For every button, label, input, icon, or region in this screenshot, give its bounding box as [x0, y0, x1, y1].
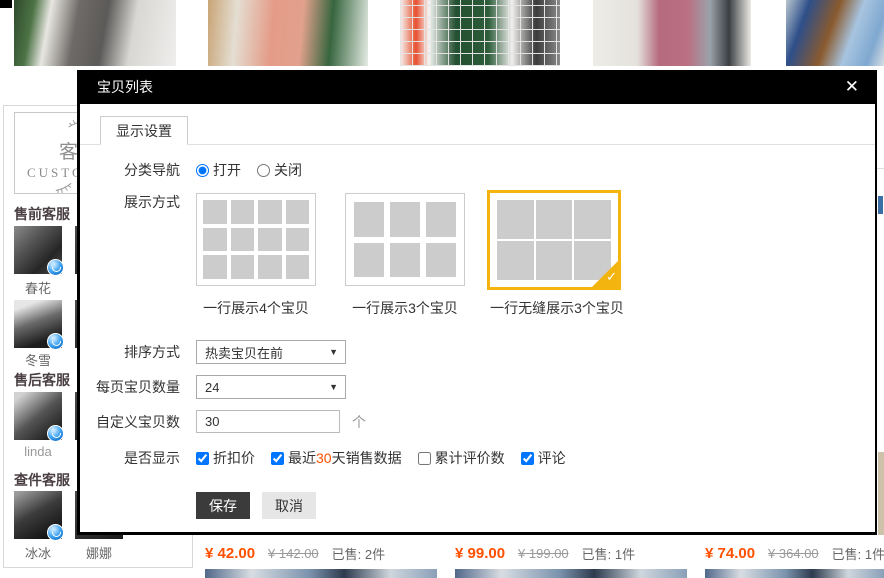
wangwang-badge-icon[interactable] — [47, 524, 64, 541]
sort-select-value: 热卖宝贝在前 — [205, 343, 283, 362]
page-top-notch — [0, 0, 12, 8]
checkbox-label: 最近30天销售数据 — [288, 448, 402, 468]
selected-corner: ✓ — [592, 261, 618, 287]
grid-preview — [354, 202, 456, 277]
product-image[interactable] — [593, 0, 751, 66]
radio-close-label: 关闭 — [274, 160, 302, 180]
per-page-label: 每页宝贝数量 — [80, 377, 180, 397]
cancel-button[interactable]: 取消 — [262, 492, 316, 519]
service-agent-name: 娜娜 — [75, 543, 123, 562]
product-list-settings-dialog: 宝贝列表 ✕ 显示设置 分类导航 打开 关闭 展示方式 — [77, 70, 877, 535]
dialog-title: 宝贝列表 — [97, 77, 153, 97]
product-image[interactable] — [208, 0, 368, 66]
avatar[interactable] — [14, 226, 62, 274]
page-image-fragment — [878, 452, 884, 535]
checkbox-discount-price-input[interactable] — [196, 452, 209, 465]
category-nav-row: 分类导航 打开 关闭 — [80, 160, 318, 180]
save-button[interactable]: 保存 — [196, 492, 250, 519]
product-image[interactable] — [205, 569, 437, 578]
checkbox-30day-sales[interactable]: 最近30天销售数据 — [271, 448, 402, 468]
sort-row: 排序方式 热卖宝贝在前 ▼ — [80, 340, 346, 364]
sold-count: 已售: 1件 — [582, 544, 635, 563]
checkbox-30day-sales-input[interactable] — [271, 452, 284, 465]
price-original: ¥ 199.00 — [518, 546, 569, 561]
logo-cjk-text: 客 — [59, 137, 78, 164]
checkbox-comments-input[interactable] — [521, 452, 534, 465]
caret-down-icon: ▼ — [329, 347, 338, 357]
checkbox-total-reviews-input[interactable] — [418, 452, 431, 465]
category-nav-label: 分类导航 — [80, 160, 180, 180]
service-agent-name: 春花 — [14, 278, 62, 297]
service-agent-name: 冰冰 — [14, 543, 62, 562]
grid-preview — [203, 200, 309, 279]
radio-open-label: 打开 — [213, 160, 241, 180]
checkbox-label: 折扣价 — [213, 448, 255, 468]
wangwang-badge-icon[interactable] — [47, 333, 64, 350]
avatar[interactable] — [14, 392, 62, 440]
product-image[interactable] — [455, 569, 687, 578]
price-current: ¥ 74.00 — [705, 545, 755, 562]
product-price-row: ¥ 74.00 ¥ 364.00 已售: 1件 — [705, 543, 884, 563]
display-option-4-per-row[interactable] — [196, 193, 316, 286]
custom-count-row: 自定义宝贝数 个 — [80, 410, 366, 433]
service-agent-name: 冬雪 — [14, 350, 62, 369]
product-image[interactable] — [14, 0, 176, 66]
show-options-label: 是否显示 — [80, 448, 180, 468]
dialog-buttons-row: 保存 取消 — [80, 492, 316, 519]
radio-open[interactable]: 打开 — [196, 160, 241, 180]
close-icon[interactable]: ✕ — [845, 77, 859, 97]
radio-close[interactable]: 关闭 — [257, 160, 302, 180]
sort-label: 排序方式 — [80, 342, 180, 362]
checkbox-label: 评论 — [538, 448, 566, 468]
display-option-label: 一行展示3个宝贝 — [325, 298, 485, 318]
display-mode-options: ✓ 一行展示4个宝贝 一行展示3个宝贝 一行无缝展示3个宝贝 — [80, 190, 875, 308]
avatar[interactable] — [14, 491, 62, 539]
checkbox-discount-price[interactable]: 折扣价 — [196, 448, 255, 468]
show-options-row: 是否显示 折扣价 最近30天销售数据 累计评价数 评论 — [80, 448, 582, 468]
checkbox-total-reviews[interactable]: 累计评价数 — [418, 448, 505, 468]
product-price-row: ¥ 99.00 ¥ 199.00 已售: 1件 — [455, 543, 695, 563]
page-divider — [877, 168, 884, 169]
avatar[interactable] — [14, 300, 62, 348]
caret-down-icon: ▼ — [329, 382, 338, 392]
product-image[interactable] — [400, 0, 560, 66]
price-original: ¥ 364.00 — [768, 546, 819, 561]
sold-count: 已售: 1件 — [832, 544, 884, 563]
wangwang-badge-icon[interactable] — [47, 425, 64, 442]
dialog-body: 显示设置 分类导航 打开 关闭 展示方式 — [80, 104, 875, 532]
page-link-fragment — [878, 196, 883, 214]
check-icon: ✓ — [606, 269, 617, 285]
custom-count-input[interactable] — [196, 410, 340, 433]
radio-close-input[interactable] — [257, 164, 270, 177]
checkbox-comments[interactable]: 评论 — [521, 448, 566, 468]
display-option-label: 一行展示4个宝贝 — [176, 298, 336, 318]
custom-count-label: 自定义宝贝数 — [80, 412, 180, 432]
price-current: ¥ 42.00 — [205, 545, 255, 562]
price-current: ¥ 99.00 — [455, 545, 505, 562]
per-page-select-value: 24 — [205, 380, 219, 395]
sort-select[interactable]: 热卖宝贝在前 ▼ — [196, 340, 346, 364]
tab-divider — [80, 144, 875, 145]
product-image[interactable] — [786, 0, 884, 66]
service-agent-name: linda — [14, 444, 62, 459]
display-option-seamless-3-per-row[interactable]: ✓ — [487, 190, 621, 290]
custom-count-unit: 个 — [352, 412, 366, 432]
per-page-row: 每页宝贝数量 24 ▼ — [80, 375, 346, 399]
product-price-row: ¥ 42.00 ¥ 142.00 已售: 2件 — [205, 543, 445, 563]
display-option-3-per-row[interactable] — [345, 193, 465, 286]
display-option-label: 一行无缝展示3个宝贝 — [477, 298, 637, 318]
tab-display-settings[interactable]: 显示设置 — [100, 116, 188, 145]
checkbox-label: 累计评价数 — [435, 448, 505, 468]
wangwang-badge-icon[interactable] — [47, 259, 64, 276]
per-page-select[interactable]: 24 ▼ — [196, 375, 346, 399]
product-image[interactable] — [705, 569, 884, 578]
radio-open-input[interactable] — [196, 164, 209, 177]
dialog-titlebar: 宝贝列表 ✕ — [77, 70, 877, 104]
price-original: ¥ 142.00 — [268, 546, 319, 561]
sold-count: 已售: 2件 — [332, 544, 385, 563]
